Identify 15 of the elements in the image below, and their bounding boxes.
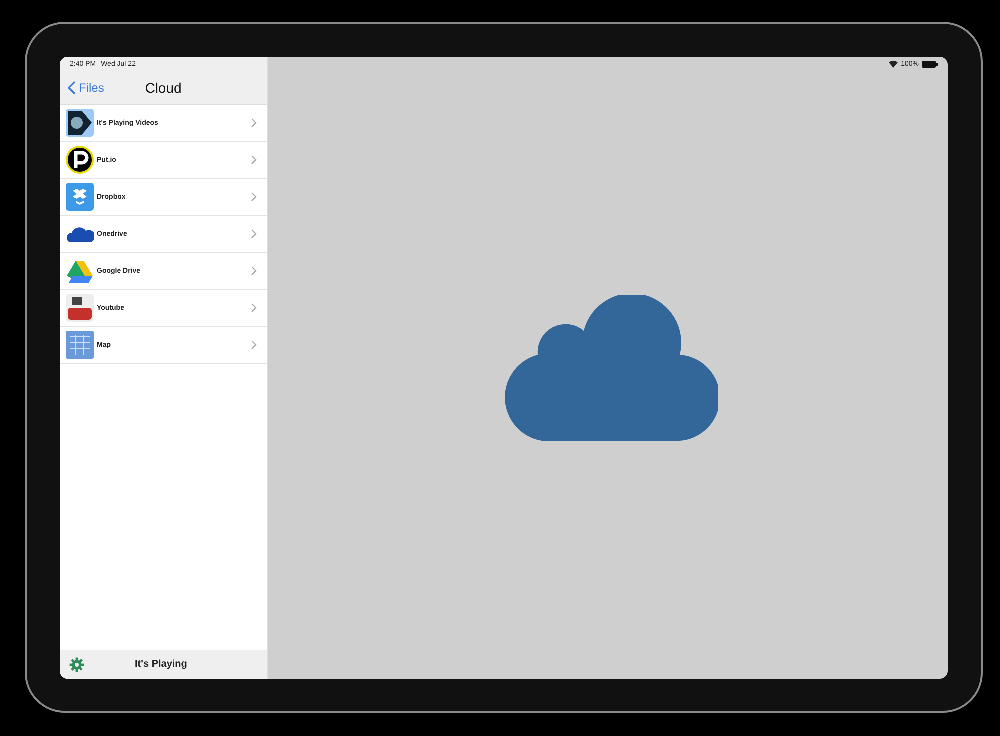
back-button[interactable]: Files <box>60 80 104 94</box>
chevron-icon <box>251 266 257 276</box>
chevron-icon <box>251 192 257 202</box>
wifi-icon <box>889 60 898 68</box>
toolbar-title: It's Playing <box>135 659 188 670</box>
settings-icon[interactable] <box>69 656 85 672</box>
chevron-icon <box>251 155 257 165</box>
chevron-icon <box>251 303 257 313</box>
chevron-icon <box>251 340 257 350</box>
chevron-icon <box>251 229 257 239</box>
map-app-icon <box>66 331 94 359</box>
nav-title: Cloud <box>145 80 182 96</box>
back-chevron-icon <box>68 80 76 94</box>
battery-icon <box>922 60 938 68</box>
chevron-icon <box>251 118 257 128</box>
